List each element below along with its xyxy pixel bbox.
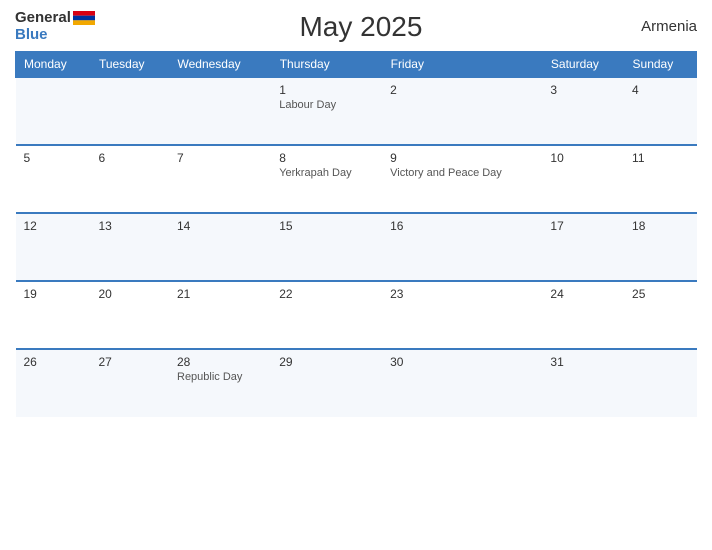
day-number: 26 xyxy=(24,355,83,369)
day-number: 19 xyxy=(24,287,83,301)
calendar-cell: 9 Victory and Peace Day xyxy=(382,145,542,213)
col-header-wednesday: Wednesday xyxy=(169,52,271,78)
calendar-cell: 5 xyxy=(16,145,91,213)
holiday-label: Labour Day xyxy=(279,99,374,111)
col-header-sunday: Sunday xyxy=(624,52,696,78)
day-number: 29 xyxy=(279,355,374,369)
calendar-cell: 31 xyxy=(542,349,624,417)
calendar-cell xyxy=(16,77,91,145)
calendar-cell: 13 xyxy=(90,213,169,281)
calendar-header: MondayTuesdayWednesdayThursdayFridaySatu… xyxy=(16,52,697,78)
calendar-cell: 30 xyxy=(382,349,542,417)
calendar-cell: 11 xyxy=(624,145,696,213)
day-number: 2 xyxy=(390,83,534,97)
calendar-cell: 18 xyxy=(624,213,696,281)
day-number: 22 xyxy=(279,287,374,301)
day-number: 11 xyxy=(632,151,688,165)
col-header-thursday: Thursday xyxy=(271,52,382,78)
calendar-title: May 2025 xyxy=(95,11,627,43)
calendar-cell: 1 Labour Day xyxy=(271,77,382,145)
day-number: 21 xyxy=(177,287,263,301)
calendar-cell: 27 xyxy=(90,349,169,417)
day-number: 16 xyxy=(390,219,534,233)
logo: General Blue xyxy=(15,10,95,43)
day-number: 30 xyxy=(390,355,534,369)
calendar-cell: 15 xyxy=(271,213,382,281)
col-header-saturday: Saturday xyxy=(542,52,624,78)
calendar-cell: 6 xyxy=(90,145,169,213)
calendar-cell: 8 Yerkrapah Day xyxy=(271,145,382,213)
holiday-label: Yerkrapah Day xyxy=(279,167,374,179)
day-number: 24 xyxy=(550,287,616,301)
calendar-cell: 23 xyxy=(382,281,542,349)
calendar-week-row: 1 Labour Day 2 3 4 xyxy=(16,77,697,145)
calendar-cell: 16 xyxy=(382,213,542,281)
calendar-body: 1Labour Day2345678Yerkrapah Day9Victory … xyxy=(16,77,697,417)
day-number: 14 xyxy=(177,219,263,233)
calendar-cell: 19 xyxy=(16,281,91,349)
day-number: 4 xyxy=(632,83,688,97)
logo-blue-text: Blue xyxy=(15,27,48,44)
day-number: 28 xyxy=(177,355,263,369)
day-number: 31 xyxy=(550,355,616,369)
day-number: 15 xyxy=(279,219,374,233)
calendar-cell: 20 xyxy=(90,281,169,349)
calendar-cell: 28 Republic Day xyxy=(169,349,271,417)
page: General Blue May 2025 Armenia MondayTues… xyxy=(0,0,712,550)
day-number: 18 xyxy=(632,219,688,233)
logo-general-text: General xyxy=(15,10,71,27)
day-number: 25 xyxy=(632,287,688,301)
col-header-tuesday: Tuesday xyxy=(90,52,169,78)
calendar-cell: 26 xyxy=(16,349,91,417)
calendar-cell: 3 xyxy=(542,77,624,145)
calendar-cell: 17 xyxy=(542,213,624,281)
calendar-cell: 4 xyxy=(624,77,696,145)
header-row: MondayTuesdayWednesdayThursdayFridaySatu… xyxy=(16,52,697,78)
calendar-cell: 21 xyxy=(169,281,271,349)
country-label: Armenia xyxy=(627,18,697,35)
calendar-cell xyxy=(624,349,696,417)
day-number: 10 xyxy=(550,151,616,165)
calendar-cell: 29 xyxy=(271,349,382,417)
calendar-cell: 24 xyxy=(542,281,624,349)
calendar-week-row: 26 27 28 Republic Day 29 30 31 xyxy=(16,349,697,417)
calendar-cell: 25 xyxy=(624,281,696,349)
logo-flag-icon xyxy=(73,11,95,25)
calendar-cell: 14 xyxy=(169,213,271,281)
calendar-cell: 2 xyxy=(382,77,542,145)
day-number: 6 xyxy=(98,151,161,165)
calendar-cell: 12 xyxy=(16,213,91,281)
header: General Blue May 2025 Armenia xyxy=(15,10,697,43)
calendar-cell: 7 xyxy=(169,145,271,213)
calendar-week-row: 19 20 21 22 23 24 25 xyxy=(16,281,697,349)
col-header-monday: Monday xyxy=(16,52,91,78)
day-number: 1 xyxy=(279,83,374,97)
day-number: 13 xyxy=(98,219,161,233)
calendar-week-row: 12 13 14 15 16 17 18 xyxy=(16,213,697,281)
holiday-label: Republic Day xyxy=(177,371,263,383)
calendar-cell xyxy=(169,77,271,145)
day-number: 27 xyxy=(98,355,161,369)
day-number: 23 xyxy=(390,287,534,301)
day-number: 3 xyxy=(550,83,616,97)
calendar-week-row: 5 6 7 8 Yerkrapah Day 9 Victory and Peace Day 1… xyxy=(16,145,697,213)
day-number: 17 xyxy=(550,219,616,233)
calendar-cell xyxy=(90,77,169,145)
col-header-friday: Friday xyxy=(382,52,542,78)
calendar-cell: 22 xyxy=(271,281,382,349)
day-number: 5 xyxy=(24,151,83,165)
calendar-cell: 10 xyxy=(542,145,624,213)
day-number: 20 xyxy=(98,287,161,301)
calendar-table: MondayTuesdayWednesdayThursdayFridaySatu… xyxy=(15,51,697,417)
holiday-label: Victory and Peace Day xyxy=(390,167,534,179)
day-number: 9 xyxy=(390,151,534,165)
day-number: 7 xyxy=(177,151,263,165)
day-number: 8 xyxy=(279,151,374,165)
day-number: 12 xyxy=(24,219,83,233)
